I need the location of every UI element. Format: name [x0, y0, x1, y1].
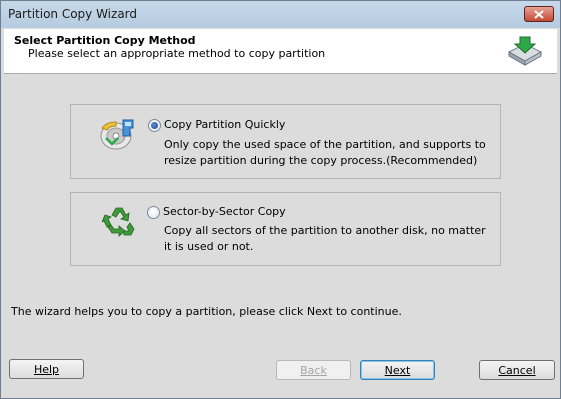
close-icon: [534, 9, 544, 19]
next-button[interactable]: Next: [360, 360, 435, 380]
disk-download-icon: [507, 36, 543, 66]
quick-copy-description: Only copy the used space of the partitio…: [164, 138, 486, 167]
recycle-icon: [102, 207, 135, 237]
disk-copy-icon: [100, 119, 134, 150]
sector-copy-label[interactable]: Sector-by-Sector Copy: [163, 205, 286, 218]
wizard-header: Select Partition Copy Method Please sele…: [4, 29, 557, 74]
header-title: Select Partition Copy Method: [14, 34, 196, 47]
cancel-button[interactable]: Cancel: [479, 360, 555, 380]
quick-copy-label[interactable]: Copy Partition Quickly: [164, 118, 285, 131]
option-quick-copy[interactable]: Copy Partition Quickly Only copy the use…: [70, 104, 501, 179]
back-button[interactable]: Back: [276, 360, 351, 380]
sector-copy-description: Copy all sectors of the partition to ano…: [164, 224, 486, 253]
info-text: The wizard helps you to copy a partition…: [11, 305, 402, 318]
header-subtitle: Please select an appropriate method to c…: [28, 47, 326, 60]
window-title: Partition Copy Wizard: [8, 7, 138, 21]
close-button[interactable]: [524, 6, 554, 22]
wizard-window: Partition Copy Wizard Select Partition C…: [0, 0, 561, 399]
title-bar: Partition Copy Wizard: [1, 1, 560, 28]
sector-copy-radio[interactable]: [147, 206, 160, 219]
help-button[interactable]: Help: [9, 359, 84, 379]
quick-copy-radio[interactable]: [148, 119, 161, 132]
option-sector-copy[interactable]: Sector-by-Sector Copy Copy all sectors o…: [70, 192, 501, 266]
